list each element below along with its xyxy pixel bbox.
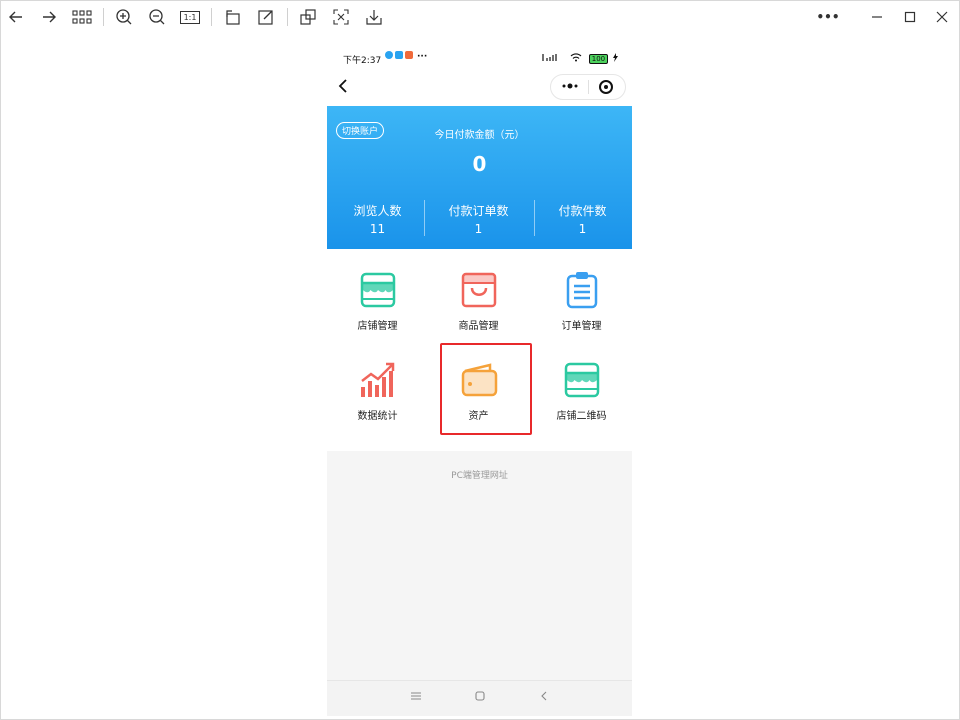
charging-icon — [613, 53, 618, 65]
notification-app-icon — [385, 51, 393, 59]
menu-item-product-management[interactable]: 商品管理 — [428, 249, 529, 339]
edit-icon[interactable] — [255, 6, 277, 28]
today-payment-label: 今日付款金额（元） — [434, 130, 525, 141]
menu-item-label: 商品管理 — [458, 321, 499, 332]
actual-size-label: 1:1 — [179, 10, 201, 24]
arrow-right-icon[interactable] — [38, 6, 60, 28]
chart-icon — [359, 361, 397, 399]
stat-label: 浏览人数 — [353, 204, 402, 218]
battery-icon: 100 — [588, 54, 609, 64]
menu-item-label: 店铺二维码 — [556, 411, 607, 422]
today-payment-value: 0 — [472, 152, 487, 176]
rotate-icon[interactable] — [222, 6, 244, 28]
menu-item-label: 数据统计 — [357, 411, 398, 422]
fit-icon[interactable] — [330, 6, 352, 28]
wifi-icon — [570, 53, 582, 65]
store-qr-icon — [563, 361, 601, 399]
crop-icon[interactable] — [297, 6, 319, 28]
phone-screen: 下午2:37 ··· 100 切换账户 今日付款金额（元） 0 浏览人数 11 … — [327, 46, 632, 716]
home-square-icon[interactable] — [475, 690, 485, 705]
download-icon[interactable] — [363, 6, 385, 28]
notification-app-icon — [395, 51, 403, 59]
store-icon — [359, 271, 397, 309]
stat-paid-items: 付款件数 1 — [532, 202, 632, 236]
zoom-in-icon[interactable] — [113, 6, 135, 28]
more-icon[interactable]: ••• — [816, 6, 840, 28]
toolbar-divider — [287, 8, 288, 26]
clipboard-icon — [563, 271, 601, 309]
stat-divider — [424, 200, 425, 236]
stat-value: 1 — [578, 222, 587, 236]
capsule-divider — [588, 80, 589, 94]
viewer-toolbar: 1:1 ••• — [0, 0, 960, 34]
function-menu-grid: 店铺管理 商品管理 订单管理 数据统计 资产 店铺二维码 — [327, 249, 632, 451]
arrow-left-icon[interactable] — [5, 6, 27, 28]
menu-item-order-management[interactable]: 订单管理 — [531, 249, 632, 339]
menu-item-data-statistics[interactable]: 数据统计 — [327, 339, 428, 429]
back-triangle-icon[interactable] — [539, 690, 549, 705]
minimize-icon[interactable] — [866, 6, 888, 28]
toolbar-divider — [211, 8, 212, 26]
stat-value: 1 — [474, 222, 483, 236]
signal-icon — [541, 53, 563, 65]
stat-visitors: 浏览人数 11 — [327, 202, 428, 236]
more-dots-icon[interactable] — [560, 78, 580, 97]
stat-value: 11 — [369, 222, 386, 236]
toolbar-divider — [103, 8, 104, 26]
grid-icon[interactable] — [71, 6, 93, 28]
menu-item-store-qr-code[interactable]: 店铺二维码 — [531, 339, 632, 429]
close-mini-program-icon[interactable] — [599, 80, 613, 94]
menu-item-label: 店铺管理 — [357, 321, 398, 332]
menu-item-label: 订单管理 — [561, 321, 602, 332]
notification-app-icon — [405, 51, 413, 59]
system-icons: 100 — [541, 53, 618, 65]
shopping-bag-icon — [460, 271, 498, 309]
capsule-menu — [550, 74, 626, 100]
stat-paid-orders: 付款订单数 1 — [428, 202, 529, 236]
zoom-out-icon[interactable] — [146, 6, 168, 28]
status-bar: 下午2:37 ··· 100 — [327, 46, 632, 70]
menu-lines-icon[interactable] — [411, 690, 421, 705]
status-time: 下午2:37 — [343, 56, 382, 66]
highlight-box — [440, 343, 532, 435]
notification-icons: ··· — [385, 51, 427, 62]
actual-size-icon[interactable]: 1:1 — [179, 6, 201, 28]
mini-program-navbar — [327, 70, 632, 106]
sales-summary-banner: 切换账户 今日付款金额（元） 0 浏览人数 11 付款订单数 1 付款件数 1 — [327, 106, 632, 249]
back-icon[interactable] — [337, 78, 349, 99]
close-icon[interactable] — [931, 6, 953, 28]
stat-label: 付款件数 — [558, 204, 607, 218]
menu-item-store-management[interactable]: 店铺管理 — [327, 249, 428, 339]
pc-admin-url-link[interactable]: PC端管理网址 — [327, 468, 632, 481]
maximize-icon[interactable] — [899, 6, 921, 28]
system-navigation-bar — [327, 680, 632, 716]
more-notifications-icon: ··· — [417, 52, 428, 62]
stat-label: 付款订单数 — [448, 204, 509, 218]
